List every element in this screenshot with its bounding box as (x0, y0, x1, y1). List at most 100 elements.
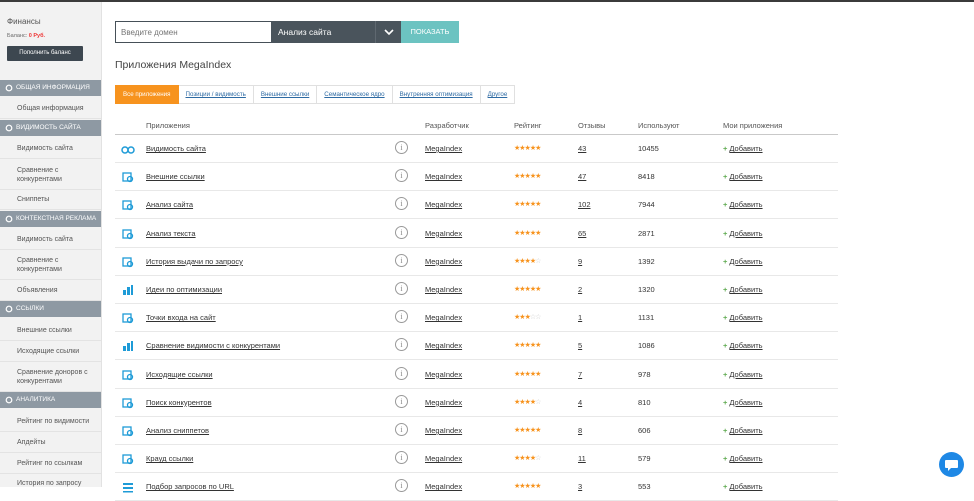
info-icon[interactable]: i (395, 479, 408, 493)
app-name-link[interactable]: Крауд ссылки (146, 454, 193, 463)
add-app-link[interactable]: + Добавить (723, 426, 763, 435)
add-app-link[interactable]: + Добавить (723, 454, 763, 463)
info-icon[interactable]: i (395, 282, 408, 295)
reviews-link[interactable]: 8 (578, 426, 582, 435)
developer-link[interactable]: MegaIndex (425, 454, 462, 463)
info-icon[interactable]: i (395, 141, 408, 154)
sidebar-item[interactable]: Рейтинг по ссылкам (0, 453, 101, 474)
developer-link[interactable]: MegaIndex (425, 172, 462, 181)
info-icon[interactable]: i (395, 197, 408, 211)
sidebar-item[interactable]: Объявления (0, 281, 101, 301)
reviews-link[interactable]: 102 (578, 200, 591, 209)
sidebar-item[interactable]: Апдейты (0, 433, 101, 453)
reviews-link[interactable]: 7 (578, 370, 582, 379)
reviews-link[interactable]: 9 (578, 257, 582, 266)
tab-item[interactable]: Все приложения (115, 85, 179, 104)
add-app-link[interactable]: + Добавить (723, 229, 763, 238)
sidebar-item[interactable]: История по запросу (0, 474, 101, 487)
info-icon[interactable]: i (395, 253, 408, 267)
tool-select[interactable]: Анализ сайта (271, 21, 375, 43)
sidebar-item[interactable]: Внешние ссылки (0, 321, 101, 341)
info-icon[interactable]: i (395, 338, 408, 352)
info-icon[interactable]: i (395, 423, 408, 436)
info-icon[interactable]: i (395, 366, 408, 380)
developer-link[interactable]: MegaIndex (425, 341, 462, 350)
topup-button[interactable]: Пополнить баланс (7, 46, 83, 61)
reviews-link[interactable]: 4 (578, 398, 582, 407)
tab-item[interactable]: Внешние ссылки (253, 85, 318, 104)
reviews-link[interactable]: 65 (578, 229, 586, 238)
developer-link[interactable]: MegaIndex (425, 200, 462, 209)
select-toggle[interactable] (375, 21, 401, 43)
sidebar-item[interactable]: Сравнение доноров с конкурентами (0, 362, 101, 392)
rating-stars: ★★★★☆ (514, 257, 541, 265)
developer-link[interactable]: MegaIndex (425, 370, 462, 379)
add-app-link[interactable]: + Добавить (723, 341, 763, 350)
external-link-icon (122, 172, 134, 183)
app-name-link[interactable]: Идеи по оптимизации (146, 285, 222, 294)
reviews-link[interactable]: 11 (578, 454, 586, 463)
developer-link[interactable]: MegaIndex (425, 144, 462, 153)
sidebar-item[interactable]: Сравнение с конкурентами (0, 250, 101, 280)
developer-link[interactable]: MegaIndex (425, 285, 462, 294)
sidebar-section[interactable]: Аналитика (0, 392, 101, 408)
sidebar-section[interactable]: Общая информация (0, 80, 101, 96)
add-app-link[interactable]: + Добавить (723, 172, 763, 181)
developer-link[interactable]: MegaIndex (425, 257, 462, 266)
reviews-link[interactable]: 1 (578, 313, 582, 322)
sidebar-item[interactable]: Видимость сайта (0, 230, 101, 250)
domain-input[interactable] (115, 21, 271, 43)
sidebar-item[interactable]: Сниппеты (0, 190, 101, 210)
app-name-link[interactable]: Анализ текста (146, 229, 196, 238)
app-name-link[interactable]: Поиск конкурентов (146, 398, 212, 407)
chat-button[interactable] (939, 452, 964, 477)
app-name-link[interactable]: Внешние ссылки (146, 172, 205, 181)
app-name-link[interactable]: Анализ сайта (146, 200, 193, 209)
sidebar-item[interactable]: Видимость сайта (0, 139, 101, 159)
add-app-link[interactable]: + Добавить (723, 370, 763, 379)
sidebar-item[interactable]: Рейтинг по видимости (0, 412, 101, 432)
info-icon[interactable]: i (395, 310, 408, 324)
add-app-link[interactable]: + Добавить (723, 398, 763, 407)
app-name-link[interactable]: Видимость сайта (146, 144, 206, 153)
app-name-link[interactable]: Анализ сниппетов (146, 426, 209, 435)
app-name-link[interactable]: Сравнение видимости с конкурентами (146, 341, 280, 350)
developer-link[interactable]: MegaIndex (425, 398, 462, 407)
sidebar-section[interactable]: Ссылки (0, 301, 101, 317)
tab-item[interactable]: Другое (480, 85, 516, 104)
app-name-link[interactable]: Исходящие ссылки (146, 370, 213, 379)
app-name-link[interactable]: История выдачи по запросу (146, 257, 243, 266)
rating-stars: ★★★★★ (514, 229, 541, 237)
sidebar-item[interactable]: Сравнение с конкурентами (0, 160, 101, 190)
add-app-link[interactable]: + Добавить (723, 257, 763, 266)
developer-link[interactable]: MegaIndex (425, 313, 462, 322)
add-app-link[interactable]: + Добавить (723, 313, 763, 322)
info-icon[interactable]: i (395, 394, 408, 408)
tab-item[interactable]: Внутренняя оптимизация (392, 85, 481, 104)
table-row: Сравнение видимости с конкурентами i MegaI… (115, 332, 838, 361)
add-app-link[interactable]: + Добавить (723, 200, 763, 209)
info-icon[interactable]: i (395, 451, 408, 465)
add-label: Добавить (729, 341, 763, 351)
sidebar-item[interactable]: Исходящие ссылки (0, 342, 101, 362)
reviews-link[interactable]: 43 (578, 144, 586, 153)
developer-link[interactable]: MegaIndex (425, 426, 462, 435)
show-button[interactable]: ПОКАЗАТЬ (401, 21, 459, 43)
sidebar-item-label: Внешние ссылки (17, 327, 72, 334)
tab-item[interactable]: Позиции / видимость (178, 85, 254, 104)
developer-link[interactable]: MegaIndex (425, 229, 462, 238)
info-icon[interactable]: i (395, 225, 408, 239)
reviews-link[interactable]: 5 (578, 341, 582, 350)
plus-icon: + (723, 397, 728, 407)
table-header: Приложения Разработчик Рейтинг Отзывы Ис… (115, 119, 838, 135)
info-icon[interactable]: i (395, 169, 408, 183)
sidebar-section[interactable]: Видимость сайта (0, 120, 101, 136)
add-app-link[interactable]: + Добавить (723, 285, 763, 294)
reviews-link[interactable]: 2 (578, 285, 582, 294)
tab-item[interactable]: Семантическое ядро (317, 85, 393, 104)
add-app-link[interactable]: + Добавить (723, 144, 763, 153)
sidebar-item[interactable]: Общая информация (0, 99, 101, 119)
reviews-link[interactable]: 47 (578, 172, 586, 181)
sidebar-section[interactable]: Контекстная реклама (0, 211, 101, 227)
app-name-link[interactable]: Точки входа на сайт (146, 313, 216, 322)
